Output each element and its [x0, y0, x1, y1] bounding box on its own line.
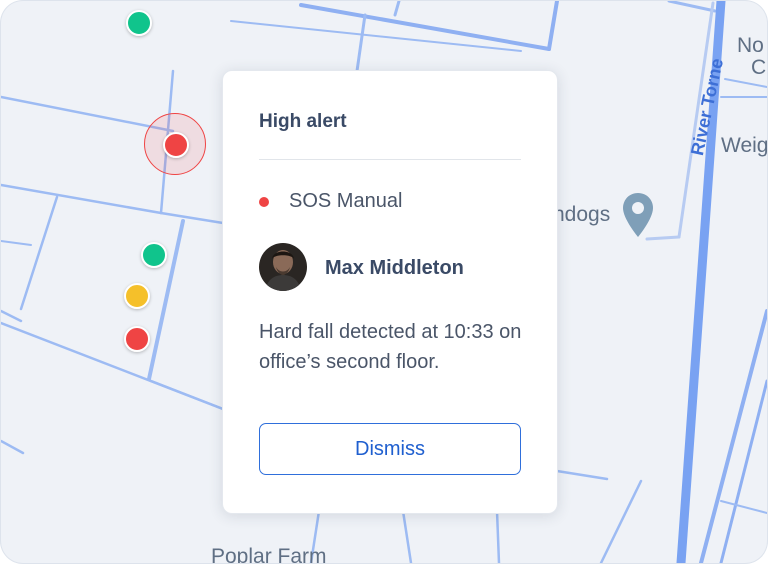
status-pin-yellow[interactable] [124, 283, 150, 309]
alert-type: SOS Manual [289, 190, 403, 212]
place-label: ndogs [553, 203, 611, 226]
dismiss-button[interactable]: Dismiss [259, 423, 521, 475]
alert-card: High alert SOS Manual Max Middleton Hard… [222, 70, 558, 514]
map-pin-icon[interactable] [621, 191, 655, 246]
divider [259, 159, 521, 160]
status-pin-red-active[interactable] [163, 132, 189, 158]
map-view[interactable]: River Torne No Co Weig ndogs Poplar Farm… [1, 1, 767, 563]
avatar [259, 243, 307, 291]
status-dot-icon [259, 197, 269, 207]
place-label: Poplar Farm [211, 545, 327, 563]
status-pin-green[interactable] [126, 10, 152, 36]
user-name: Max Middleton [325, 257, 464, 279]
alert-title: High alert [259, 111, 347, 132]
status-pin-green[interactable] [141, 242, 167, 268]
place-label: Weig [721, 134, 767, 157]
status-pin-red[interactable] [124, 326, 150, 352]
alert-message: Hard fall detected at 10:33 on office’s … [259, 321, 522, 373]
place-label: No [737, 34, 764, 57]
place-label: Co [751, 56, 767, 79]
